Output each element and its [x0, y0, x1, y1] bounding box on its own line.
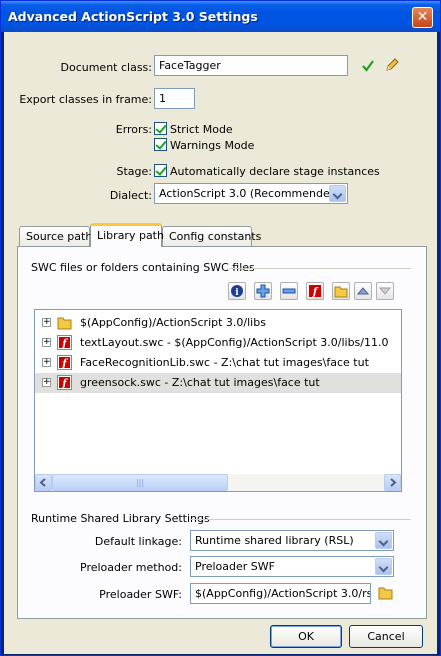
preloader-method-label: Preloader method: — [80, 561, 182, 574]
pencil-icon[interactable] — [384, 57, 400, 73]
add-path-button[interactable] — [254, 282, 272, 300]
list-item-label: $(AppConfig)/ActionScript 3.0/libs — [80, 316, 266, 329]
document-class-label: Document class: — [60, 61, 153, 74]
move-up-button[interactable] — [354, 282, 372, 300]
move-down-button[interactable] — [376, 282, 394, 300]
folder-icon[interactable] — [378, 585, 394, 601]
close-button[interactable]: ✕ — [412, 7, 433, 28]
default-linkage-select[interactable]: Runtime shared library (RSL) — [190, 530, 394, 551]
move-up-icon — [356, 287, 370, 295]
scroll-right-button[interactable] — [384, 474, 401, 491]
expand-icon[interactable]: + — [42, 358, 51, 367]
dialog-body: Document class: FaceTagger Export classe… — [4, 32, 437, 654]
list-item-label: FaceRecognitionLib.swc - Z:\chat tut ima… — [80, 356, 369, 369]
list-item[interactable]: + f textLayout.swc - $(AppConfig)/Action… — [35, 333, 401, 353]
list-item-label: textLayout.swc - $(AppConfig)/ActionScri… — [80, 336, 389, 349]
move-down-icon — [378, 287, 392, 295]
info-icon: i — [231, 285, 243, 298]
checkmark-icon[interactable] — [361, 59, 375, 73]
tab-config-constants[interactable]: Config constants — [162, 226, 261, 246]
preloader-swf-label: Preloader SWF: — [99, 588, 182, 601]
folder-icon — [57, 317, 72, 330]
list-item-selected[interactable]: + f greensock.swc - Z:\chat tut images\f… — [35, 373, 401, 393]
title-bar[interactable]: Advanced ActionScript 3.0 Settings ✕ — [1, 1, 440, 32]
flash-swc-icon: f — [309, 285, 321, 298]
default-linkage-label: Default linkage: — [94, 535, 182, 548]
close-icon: ✕ — [416, 9, 429, 25]
scrollbar-thumb[interactable]: ||| — [52, 474, 228, 491]
default-linkage-value: Runtime shared library (RSL) — [195, 534, 354, 547]
scroll-left-button[interactable] — [35, 474, 52, 491]
dialog-window: Advanced ActionScript 3.0 Settings ✕ Doc… — [0, 0, 441, 656]
chevron-down-icon[interactable] — [375, 558, 392, 575]
expand-icon[interactable]: + — [42, 338, 51, 347]
swc-group-header: SWC files or folders containing SWC file… — [31, 261, 255, 274]
dialect-select[interactable]: ActionScript 3.0 (Recommended) — [154, 183, 348, 204]
chevron-left-icon — [39, 478, 46, 487]
chevron-right-icon — [390, 478, 397, 487]
swc-icon: f — [57, 335, 72, 350]
auto-declare-checkbox[interactable] — [154, 164, 167, 177]
remove-path-button[interactable] — [280, 282, 298, 300]
info-button[interactable]: i — [228, 282, 246, 300]
add-swc-button[interactable]: f — [306, 282, 324, 300]
list-item[interactable]: + f FaceRecognitionLib.swc - Z:\chat tut… — [35, 353, 401, 373]
list-item-label: greensock.swc - Z:\chat tut images\face … — [80, 376, 320, 389]
expand-icon[interactable]: + — [42, 378, 51, 387]
ok-button[interactable]: OK — [270, 625, 342, 648]
horizontal-scrollbar[interactable]: ||| — [35, 474, 401, 491]
dialect-value: ActionScript 3.0 (Recommended) — [159, 187, 342, 200]
cancel-button[interactable]: Cancel — [349, 625, 423, 648]
strict-mode-checkbox[interactable] — [154, 122, 167, 135]
warnings-mode-checkbox[interactable] — [154, 138, 167, 151]
folder-icon — [334, 286, 348, 298]
chevron-down-icon[interactable] — [329, 185, 346, 202]
tab-source-path[interactable]: Source path — [19, 226, 92, 246]
strict-mode-label: Strict Mode — [170, 123, 233, 136]
svg-text:i: i — [235, 288, 239, 298]
swc-group-divider — [230, 268, 411, 269]
export-frame-label: Export classes in frame: — [19, 93, 152, 106]
auto-declare-label: Automatically declare stage instances — [170, 165, 380, 178]
swc-icon: f — [57, 375, 72, 390]
tab-library-path[interactable]: Library path — [90, 223, 164, 247]
chevron-down-icon[interactable] — [375, 532, 392, 549]
document-class-input[interactable]: FaceTagger — [154, 55, 348, 76]
preloader-method-select[interactable]: Preloader SWF — [190, 556, 394, 577]
warnings-mode-label: Warnings Mode — [170, 139, 255, 152]
add-icon — [256, 284, 270, 298]
window-title: Advanced ActionScript 3.0 Settings — [8, 9, 258, 24]
export-frame-input[interactable]: 1 — [154, 88, 195, 109]
library-path-list[interactable]: + $(AppConfig)/ActionScript 3.0/libs + f… — [34, 309, 402, 492]
preloader-method-value: Preloader SWF — [195, 560, 275, 573]
rsl-group-header: Runtime Shared Library Settings — [31, 512, 210, 525]
list-item[interactable]: + $(AppConfig)/ActionScript 3.0/libs — [35, 313, 401, 333]
dialect-label: Dialect: — [109, 189, 152, 202]
remove-icon — [282, 288, 296, 294]
expand-icon[interactable]: + — [42, 318, 51, 327]
preloader-swf-input[interactable]: $(AppConfig)/ActionScript 3.0/rsls/ — [190, 583, 371, 604]
swc-icon: f — [57, 355, 72, 370]
browse-folder-button[interactable] — [332, 282, 350, 300]
rsl-group-divider — [190, 519, 411, 520]
errors-label: Errors: — [115, 123, 152, 136]
stage-label: Stage: — [116, 165, 153, 178]
